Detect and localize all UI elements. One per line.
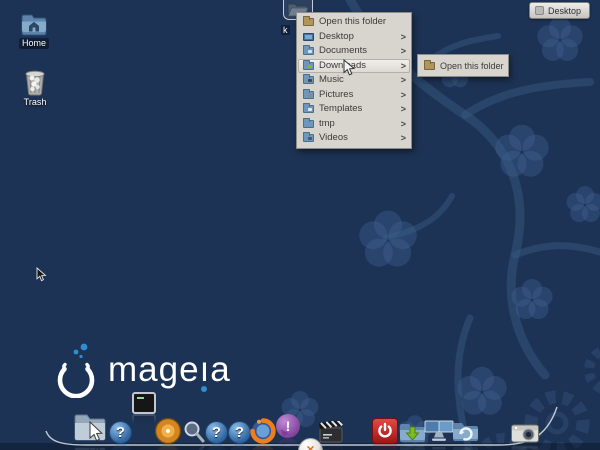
submenu-item-open-this-folder[interactable]: Open this folder xyxy=(419,57,507,74)
folder-widget-label: k xyxy=(281,25,290,35)
dock-firefox-icon[interactable] xyxy=(250,418,276,444)
submenu: Open this folder xyxy=(417,54,509,77)
submenu-arrow-icon: > xyxy=(400,89,406,100)
dock-file-manager-icon[interactable] xyxy=(72,410,108,444)
context-menu: Open this folder Desktop > Documents > D… xyxy=(296,12,412,149)
desktop-root: Home Trash k Open this folder Desktop > xyxy=(0,0,600,450)
submenu-arrow-icon: > xyxy=(400,104,406,115)
submenu-arrow-icon: > xyxy=(400,118,406,129)
pictures-folder-icon xyxy=(303,88,314,99)
dock-messenger-icon[interactable]: ! xyxy=(276,414,300,438)
dock-video-editor-icon[interactable] xyxy=(319,421,343,444)
music-folder-icon xyxy=(303,74,314,85)
desktop-icon-label: Trash xyxy=(23,97,47,107)
dock-help-icon[interactable]: ? xyxy=(205,421,228,444)
menu-item-downloads[interactable]: Downloads > xyxy=(298,58,410,73)
desktop-icon-home[interactable]: Home xyxy=(10,12,58,49)
menu-item-desktop[interactable]: Desktop > xyxy=(298,30,410,45)
desktop-button-icon xyxy=(535,6,544,15)
secondary-cursor xyxy=(36,267,47,282)
menu-item-pictures[interactable]: Pictures > xyxy=(298,88,410,103)
dock-help-icon[interactable]: ? xyxy=(109,421,132,444)
documents-folder-icon xyxy=(303,45,314,56)
dock-disc-burner-icon[interactable] xyxy=(155,418,181,444)
submenu-arrow-icon: > xyxy=(400,46,406,57)
logo-i-dot xyxy=(201,386,208,392)
menu-item-tmp[interactable]: tmp > xyxy=(298,117,410,132)
dock: ? ? ? ! × xyxy=(0,392,600,450)
dock-search-icon[interactable] xyxy=(182,420,206,444)
mageia-logo-text: mageı a xyxy=(108,342,231,398)
dock-display-settings-icon[interactable] xyxy=(424,418,454,444)
desktop-folder-icon xyxy=(303,32,314,41)
desktop-button[interactable]: Desktop xyxy=(529,2,591,19)
submenu-arrow-icon: > xyxy=(400,75,406,86)
menu-item-documents[interactable]: Documents > xyxy=(298,44,410,59)
menu-item-videos[interactable]: Videos > xyxy=(298,131,410,146)
mageia-cauldron-icon xyxy=(57,343,95,398)
menu-item-open-this-folder[interactable]: Open this folder xyxy=(298,15,410,30)
dock-terminal-icon[interactable] xyxy=(132,392,156,414)
folder-open-icon xyxy=(303,16,314,27)
menu-item-templates[interactable]: Templates > xyxy=(298,102,410,117)
desktop-icon-trash[interactable]: Trash xyxy=(11,68,59,108)
desktop-icon-label: Home xyxy=(18,38,49,49)
tmp-folder-icon xyxy=(303,117,314,128)
submenu-arrow-icon: > xyxy=(400,60,406,71)
videos-folder-icon xyxy=(303,132,314,143)
dock-downloads-folder-icon[interactable] xyxy=(399,420,426,444)
dock-power-icon[interactable] xyxy=(372,418,398,444)
trash-icon xyxy=(25,70,45,96)
downloads-folder-icon xyxy=(303,59,314,70)
home-folder-icon xyxy=(21,14,47,36)
dock-sync-folder-icon[interactable] xyxy=(452,419,479,444)
dock-camera-icon[interactable] xyxy=(511,423,539,444)
submenu-arrow-icon: > xyxy=(400,133,406,144)
submenu-arrow-icon: > xyxy=(400,31,406,42)
templates-folder-icon xyxy=(303,103,314,114)
mageia-logo: mageı a xyxy=(52,340,231,398)
menu-item-music[interactable]: Music > xyxy=(298,73,410,88)
folder-open-icon xyxy=(424,59,435,70)
dock-help-icon[interactable]: ? xyxy=(228,421,251,444)
